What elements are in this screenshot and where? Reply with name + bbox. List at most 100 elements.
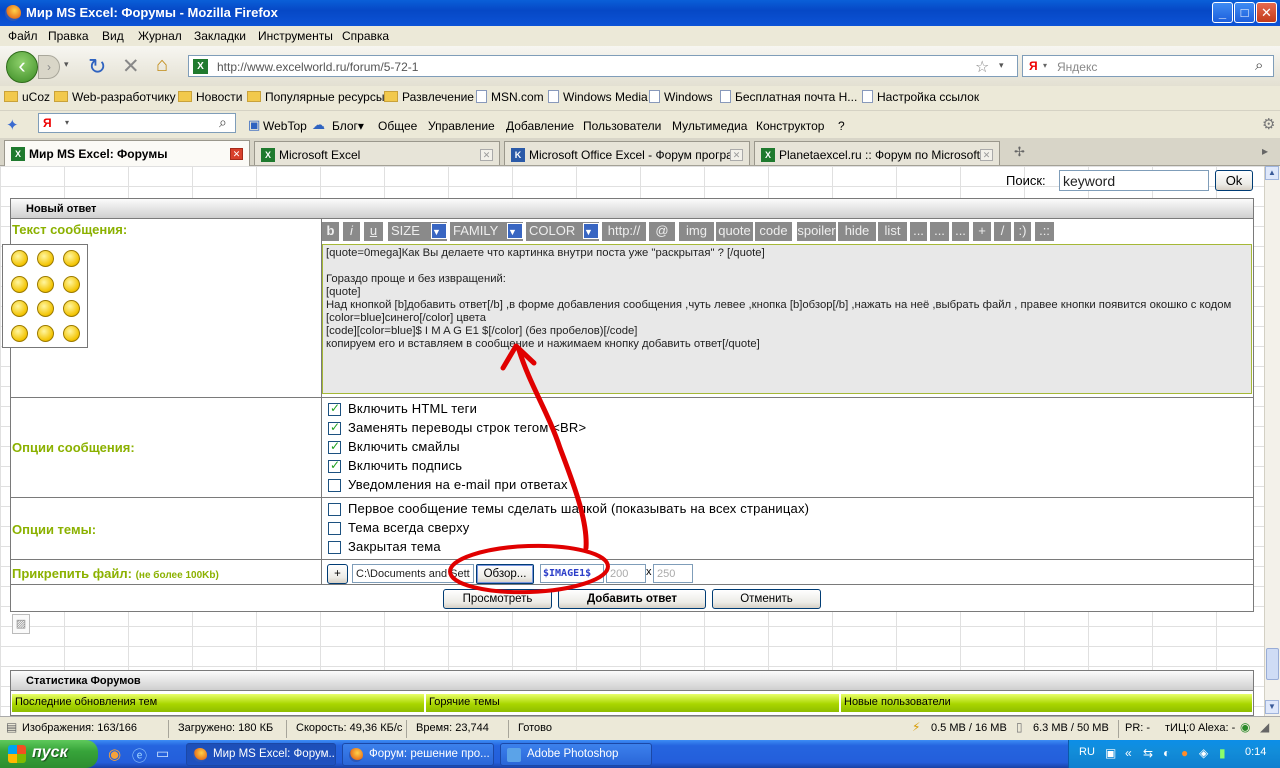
engine-dropdown-icon[interactable]: ▾ — [1043, 61, 1047, 70]
vertical-scrollbar[interactable]: ▲ ▼ — [1264, 166, 1280, 716]
scroll-down-icon[interactable]: ▼ — [1265, 700, 1279, 714]
tray-arrow-icon[interactable]: « — [1125, 746, 1132, 760]
maximize-button[interactable]: □ — [1234, 2, 1255, 23]
list-button[interactable]: list — [878, 222, 908, 241]
forward-icon[interactable]: › — [38, 55, 60, 79]
bold-button[interactable]: b — [322, 222, 340, 241]
image-height-input[interactable] — [653, 564, 693, 583]
list-item-button[interactable]: ... — [952, 222, 970, 241]
spoiler-button[interactable]: spoiler — [797, 222, 837, 241]
compass-icon[interactable]: ✦ — [6, 116, 19, 134]
bookmark-msn[interactable]: MSN.com — [476, 90, 544, 104]
preview-button[interactable]: Просмотреть — [443, 589, 552, 609]
bookmark-wmedia[interactable]: Windows Media — [548, 90, 648, 104]
tray-network-icon[interactable]: ⇆ — [1143, 746, 1153, 760]
menu-edit[interactable]: Правка — [48, 29, 89, 43]
yandex-item-webtop[interactable]: WebTop — [263, 119, 307, 133]
bookmark-mail[interactable]: Бесплатная почта Н... — [720, 90, 857, 104]
reload-icon[interactable]: ↻ — [88, 54, 106, 80]
bookmark-popular[interactable]: Популярные ресурсы — [247, 90, 384, 104]
yandex-search-input[interactable]: Я ▾ ⌕ — [38, 113, 236, 133]
yandex-dropdown-icon[interactable]: ▾ — [65, 118, 69, 127]
home-icon[interactable]: ⌂ — [156, 54, 168, 77]
bookmark-fun[interactable]: Развлечение — [384, 90, 474, 104]
img-button[interactable]: img — [679, 222, 715, 241]
yandex-item-general[interactable]: Общее — [378, 119, 417, 133]
quicklaunch-ie-icon[interactable]: ⓔ — [132, 745, 147, 766]
close-tab-icon[interactable]: ✕ — [980, 149, 993, 161]
task-firefox[interactable]: Мир MS Excel: Форум... — [186, 743, 336, 766]
url-button[interactable]: http:// — [602, 222, 647, 241]
history-dropdown-icon[interactable]: ▾ — [64, 59, 69, 70]
back-icon[interactable]: ‹ — [6, 51, 38, 83]
task-forum[interactable]: Форум: решение про... — [342, 743, 494, 766]
image-code-box[interactable]: $IMAGE1$ — [540, 564, 604, 583]
menu-bookmarks[interactable]: Закладки — [194, 29, 246, 43]
tray-security-icon[interactable]: ◈ — [1199, 746, 1208, 760]
smiley-glasses-icon[interactable] — [63, 276, 80, 293]
tab-office-forum[interactable]: K Microsoft Office Excel - Форум програ.… — [504, 141, 750, 165]
bookmark-links[interactable]: Настройка ссылок — [862, 90, 979, 104]
yandex-item-blog[interactable]: Блог▾ — [332, 119, 364, 133]
bookmark-webdev[interactable]: Web-разработчику — [54, 90, 176, 104]
close-tab-icon[interactable]: ✕ — [480, 149, 493, 161]
tray-opera-icon[interactable]: ● — [1181, 746, 1188, 760]
browse-button[interactable]: Обзор... — [476, 564, 534, 584]
email-button[interactable]: @ — [649, 222, 676, 241]
language-indicator[interactable]: RU — [1079, 746, 1095, 758]
close-tab-icon[interactable]: ✕ — [730, 149, 743, 161]
code-button[interactable]: code — [755, 222, 793, 241]
smile-button[interactable]: :) — [1014, 222, 1032, 241]
star-icon[interactable]: ☆ — [975, 57, 989, 77]
yandex-item-add[interactable]: Добавление — [506, 119, 574, 133]
yandex-item-users[interactable]: Пользователи — [583, 119, 661, 133]
tray-app-icon[interactable]: ◐ — [1163, 746, 1170, 760]
email-notify-checkbox[interactable] — [328, 479, 341, 492]
site-search-button[interactable]: Ok — [1215, 170, 1253, 191]
tab-microsoft-excel[interactable]: X Microsoft Excel ✕ — [254, 141, 500, 165]
bookmark-news[interactable]: Новости — [178, 90, 242, 104]
hide-button[interactable]: hide — [838, 222, 877, 241]
new-tab-icon[interactable]: ✢ — [1014, 144, 1025, 160]
smiley-cool-icon[interactable] — [63, 250, 80, 267]
start-button[interactable]: пуск — [0, 740, 98, 768]
tray-monitor-icon[interactable]: ▣ — [1105, 746, 1116, 760]
more-button[interactable]: .:: — [1035, 222, 1055, 241]
html-tags-checkbox[interactable] — [328, 401, 341, 416]
yandex-item-manage[interactable]: Управление — [428, 119, 495, 133]
size-select[interactable]: SIZE ▼ — [388, 222, 448, 241]
minimize-button[interactable]: _ — [1212, 2, 1233, 23]
message-textarea[interactable]: [quote=0mega]Как Вы делаете что картинка… — [322, 244, 1252, 394]
br-tags-checkbox[interactable] — [328, 420, 341, 435]
search-icon[interactable]: ⌕ — [1255, 57, 1263, 74]
smiley-shock-icon[interactable] — [63, 300, 80, 317]
quote-button[interactable]: quote — [716, 222, 754, 241]
task-photoshop[interactable]: Adobe Photoshop — [500, 743, 652, 766]
menu-view[interactable]: Вид — [102, 29, 124, 43]
smiley-angry-icon[interactable] — [11, 250, 28, 267]
menu-history[interactable]: Журнал — [138, 29, 182, 43]
bookmark-windows[interactable]: Windows — [649, 90, 713, 104]
cancel-button[interactable]: Отменить — [712, 589, 821, 609]
menu-file[interactable]: Файл — [8, 29, 38, 43]
scroll-thumb[interactable] — [1266, 648, 1279, 680]
menu-tools[interactable]: Инструменты — [258, 29, 333, 43]
search-box[interactable]: Я ▾ Яндекс ⌕ — [1022, 55, 1274, 77]
smiley-smile-icon[interactable] — [37, 300, 54, 317]
smiley-surprised-icon[interactable] — [11, 300, 28, 317]
tray-signal-icon[interactable]: ▮ — [1219, 746, 1226, 760]
family-select[interactable]: FAMILY ▼ — [450, 222, 524, 241]
list-item-button[interactable]: ... — [910, 222, 928, 241]
site-search-input[interactable] — [1059, 170, 1209, 191]
smiley-wink-icon[interactable] — [63, 325, 80, 342]
url-dropdown-icon[interactable]: ▾ — [999, 60, 1004, 71]
color-select[interactable]: COLOR ▼ — [526, 222, 600, 241]
close-tab-icon[interactable]: ✕ — [230, 148, 243, 160]
url-bar[interactable]: X http://www.excelworld.ru/forum/5-72-1 … — [188, 55, 1018, 77]
addon-icon[interactable]: ◉ — [1240, 720, 1250, 734]
smileys-checkbox[interactable] — [328, 439, 341, 454]
yandex-item-constructor[interactable]: Конструктор — [756, 119, 824, 133]
menu-help[interactable]: Справка — [342, 29, 389, 43]
gear-icon[interactable]: ⚙ — [1262, 115, 1275, 133]
signature-checkbox[interactable] — [328, 458, 341, 473]
